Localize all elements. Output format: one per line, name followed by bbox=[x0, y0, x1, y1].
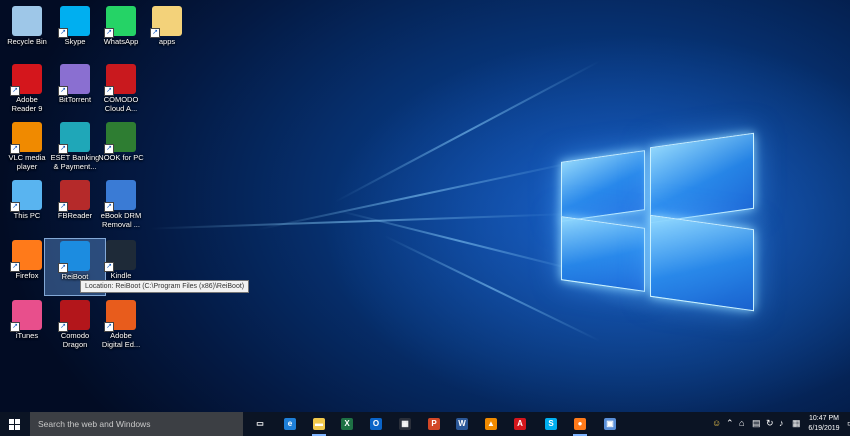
desktop[interactable]: Recycle Bin ↗ Skype ↗ WhatsApp ↗ apps ↗ Adobe Re… bbox=[0, 0, 850, 412]
desktop-icon-ebook-drm[interactable]: ↗ eBook DRM Removal ... bbox=[90, 178, 152, 236]
fbreader-icon: ↗ bbox=[58, 180, 90, 212]
shortcut-arrow-icon: ↗ bbox=[10, 202, 20, 212]
desktop-icon-label: Adobe Digital Ed... bbox=[101, 331, 141, 349]
taskbar-edge-button[interactable]: e bbox=[280, 414, 300, 434]
desktop-icon-label: apps bbox=[158, 37, 176, 46]
taskbar-network-app-button[interactable]: ▣ bbox=[600, 414, 620, 434]
store-icon: ▦ bbox=[399, 418, 411, 430]
powerpoint-icon: P bbox=[428, 418, 440, 430]
shortcut-arrow-icon: ↗ bbox=[58, 86, 68, 96]
show-hidden-icons-icon[interactable]: ⌃ bbox=[726, 418, 734, 429]
nook-icon: ↗ bbox=[104, 122, 136, 154]
taskbar-adobe-taskbar-button[interactable]: A bbox=[510, 414, 530, 434]
shortcut-arrow-icon: ↗ bbox=[104, 322, 114, 332]
shortcut-arrow-icon: ↗ bbox=[150, 28, 160, 38]
windows-logo bbox=[555, 128, 755, 312]
shortcut-arrow-icon: ↗ bbox=[104, 202, 114, 212]
recycle-bin-icon bbox=[12, 6, 42, 36]
desktop-app-tray-icon[interactable]: ⌂ bbox=[739, 418, 744, 428]
taskbar-file-explorer-button[interactable]: ▬ bbox=[309, 414, 329, 436]
reiboot-icon: ↗ bbox=[58, 241, 90, 273]
shortcut-arrow-icon: ↗ bbox=[104, 28, 114, 38]
people-icon[interactable]: ☺ bbox=[712, 418, 721, 428]
network-icon[interactable]: ▦ bbox=[792, 418, 801, 429]
search-box[interactable]: Search the web and Windows bbox=[30, 412, 243, 436]
taskbar-task-view-button[interactable]: ▭ bbox=[250, 414, 270, 434]
start-button[interactable] bbox=[0, 412, 30, 436]
whatsapp-icon: ↗ bbox=[104, 6, 136, 38]
shortcut-arrow-icon: ↗ bbox=[58, 322, 68, 332]
bittorrent-icon: ↗ bbox=[58, 64, 90, 96]
adobe-taskbar-icon: A bbox=[514, 418, 526, 430]
desktop-icon-label: COMODO Cloud A... bbox=[103, 95, 139, 113]
adobe-reader-icon: ↗ bbox=[10, 64, 42, 96]
vlc-icon: ↗ bbox=[10, 122, 42, 154]
shortcut-arrow-icon: ↗ bbox=[10, 86, 20, 96]
taskbar-powerpoint-button[interactable]: P bbox=[424, 414, 444, 434]
firefox-taskbar-icon: ● bbox=[574, 418, 586, 430]
vlc-taskbar-icon: ▲ bbox=[485, 418, 497, 430]
desktop-icon-label: Kindle bbox=[110, 271, 132, 280]
eset-banking-icon: ↗ bbox=[58, 122, 90, 154]
task-view-icon: ▭ bbox=[254, 418, 266, 430]
folder-icon: ↗ bbox=[150, 6, 182, 38]
outlook-icon: O bbox=[370, 418, 382, 430]
ms-store-tray-icon[interactable]: ▤ bbox=[752, 418, 761, 429]
shortcut-arrow-icon: ↗ bbox=[58, 144, 68, 154]
skype-icon: ↗ bbox=[58, 6, 90, 38]
shortcut-arrow-icon: ↗ bbox=[58, 263, 68, 273]
comodo-dragon-icon: ↗ bbox=[58, 300, 90, 332]
taskbar-firefox-taskbar-button[interactable]: ● bbox=[570, 414, 590, 436]
location-tooltip: Location: ReiBoot (C:\Program Files (x86… bbox=[80, 280, 250, 293]
desktop-icon-folder[interactable]: ↗ apps bbox=[136, 4, 198, 62]
edge-icon: e bbox=[284, 418, 296, 430]
desktop-icon-label: NOOK for PC bbox=[98, 153, 144, 162]
firefox-icon: ↗ bbox=[10, 240, 42, 272]
ebook-drm-icon: ↗ bbox=[104, 180, 136, 212]
taskbar-vlc-taskbar-button[interactable]: ▲ bbox=[481, 414, 501, 434]
shortcut-arrow-icon: ↗ bbox=[104, 86, 114, 96]
taskbar-outlook-button[interactable]: O bbox=[366, 414, 386, 434]
clock[interactable]: 10:47 PM 6/19/2019 bbox=[806, 414, 842, 434]
shortcut-arrow-icon: ↗ bbox=[104, 144, 114, 154]
shortcut-arrow-icon: ↗ bbox=[10, 322, 20, 332]
clock-date: 6/19/2019 bbox=[808, 425, 840, 432]
taskbar-store-button[interactable]: ▦ bbox=[395, 414, 415, 434]
network-app-icon: ▣ bbox=[604, 418, 616, 430]
desktop-icon-label: eBook DRM Removal ... bbox=[100, 211, 142, 229]
file-explorer-icon: ▬ bbox=[313, 418, 325, 430]
clock-time: 10:47 PM bbox=[809, 415, 839, 422]
kindle-icon: ↗ bbox=[104, 240, 136, 272]
taskbar: Search the web and Windows ▭ e ▬ X O ▦ P W ▲ A S ● ▣… bbox=[0, 412, 850, 436]
shortcut-arrow-icon: ↗ bbox=[58, 28, 68, 38]
skype-taskbar-icon: S bbox=[545, 418, 557, 430]
excel-icon: X bbox=[341, 418, 353, 430]
desktop-icon-nook[interactable]: ↗ NOOK for PC bbox=[90, 120, 152, 178]
this-pc-icon: ↗ bbox=[10, 180, 42, 212]
desktop-icon-comodo-cloud[interactable]: ↗ COMODO Cloud A... bbox=[90, 62, 152, 120]
adobe-digital-editions-icon: ↗ bbox=[104, 300, 136, 332]
taskbar-word-button[interactable]: W bbox=[452, 414, 472, 434]
shortcut-arrow-icon: ↗ bbox=[10, 262, 20, 272]
shortcut-arrow-icon: ↗ bbox=[104, 262, 114, 272]
taskbar-excel-button[interactable]: X bbox=[337, 414, 357, 434]
volume-icon[interactable]: ♪ bbox=[779, 418, 784, 428]
itunes-icon: ↗ bbox=[10, 300, 42, 332]
shortcut-arrow-icon: ↗ bbox=[58, 202, 68, 212]
search-placeholder: Search the web and Windows bbox=[38, 419, 151, 429]
taskbar-skype-taskbar-button[interactable]: S bbox=[541, 414, 561, 434]
shortcut-arrow-icon: ↗ bbox=[10, 144, 20, 154]
comodo-cloud-icon: ↗ bbox=[104, 64, 136, 96]
sync-tray-icon[interactable]: ↻ bbox=[766, 418, 774, 429]
desktop-icon-adobe-digital-editions[interactable]: ↗ Adobe Digital Ed... bbox=[90, 298, 152, 356]
word-icon: W bbox=[456, 418, 468, 430]
